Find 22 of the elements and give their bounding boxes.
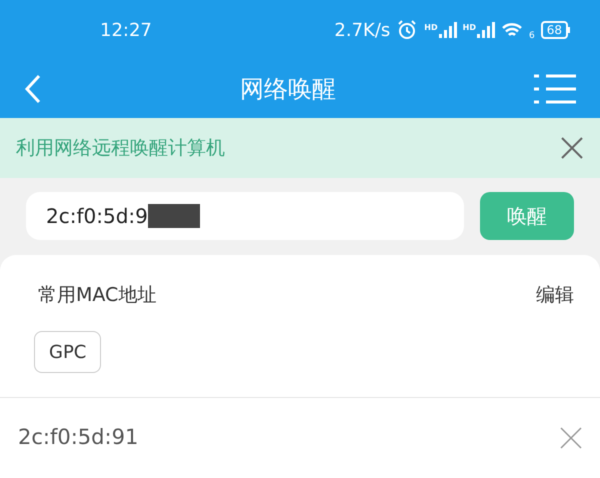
menu-icon[interactable] [534, 73, 576, 105]
section-title: 常用MAC地址 [38, 282, 156, 308]
hd-label: HD [462, 22, 476, 34]
mac-chip[interactable]: GPC [34, 331, 102, 373]
network-speed: 2.7K/s [334, 18, 390, 42]
signal-icon [438, 22, 457, 38]
edit-link[interactable]: 编辑 [536, 280, 574, 309]
close-icon[interactable] [560, 136, 584, 160]
signal-icon [476, 22, 495, 38]
wifi-label: 6 [528, 30, 535, 43]
mac-value: 2c:f0:5d:9 [46, 203, 148, 230]
battery-level: 68 [540, 21, 568, 39]
redaction-mark [148, 204, 200, 228]
back-icon[interactable] [24, 74, 42, 104]
banner-text: 利用网络远程唤醒计算机 [16, 136, 225, 161]
history-mac[interactable]: 2c:f0:5d:91 [18, 422, 138, 454]
delete-icon[interactable] [560, 427, 582, 449]
status-time: 12:27 [100, 18, 152, 42]
hd-label: HD [424, 22, 438, 34]
mac-input[interactable]: 2c:f0:5d:9 [26, 192, 464, 240]
alarm-icon [396, 19, 418, 41]
page-title: 网络唤醒 [239, 74, 337, 105]
